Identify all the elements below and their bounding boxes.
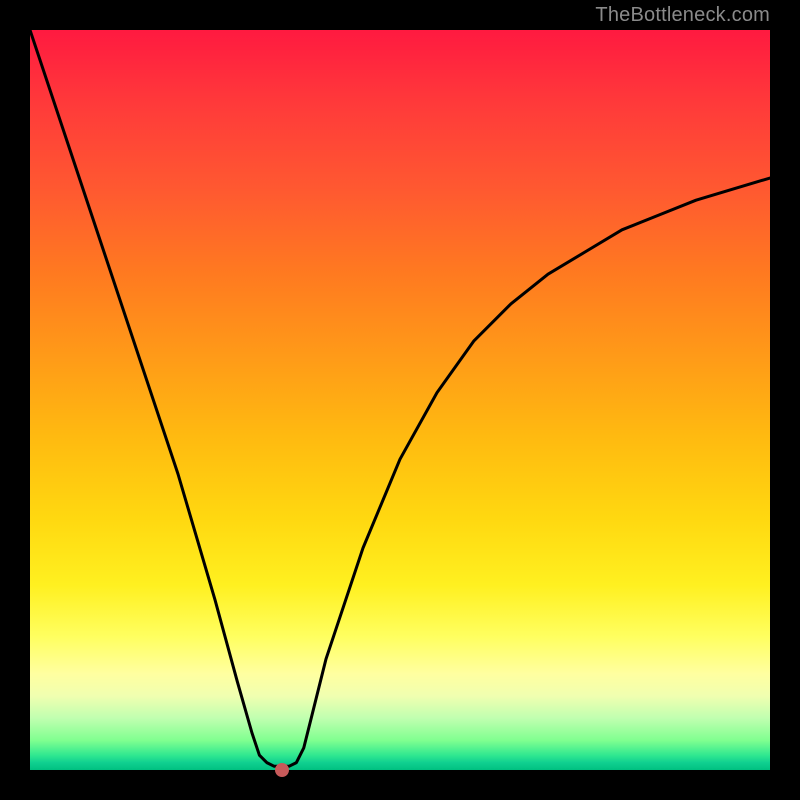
- curve-svg: [30, 30, 770, 770]
- watermark-text: TheBottleneck.com: [595, 4, 770, 27]
- plot-area: [30, 30, 770, 770]
- chart-container: TheBottleneck.com: [0, 0, 800, 800]
- bottleneck-curve-path: [30, 30, 770, 766]
- optimum-marker: [275, 763, 289, 777]
